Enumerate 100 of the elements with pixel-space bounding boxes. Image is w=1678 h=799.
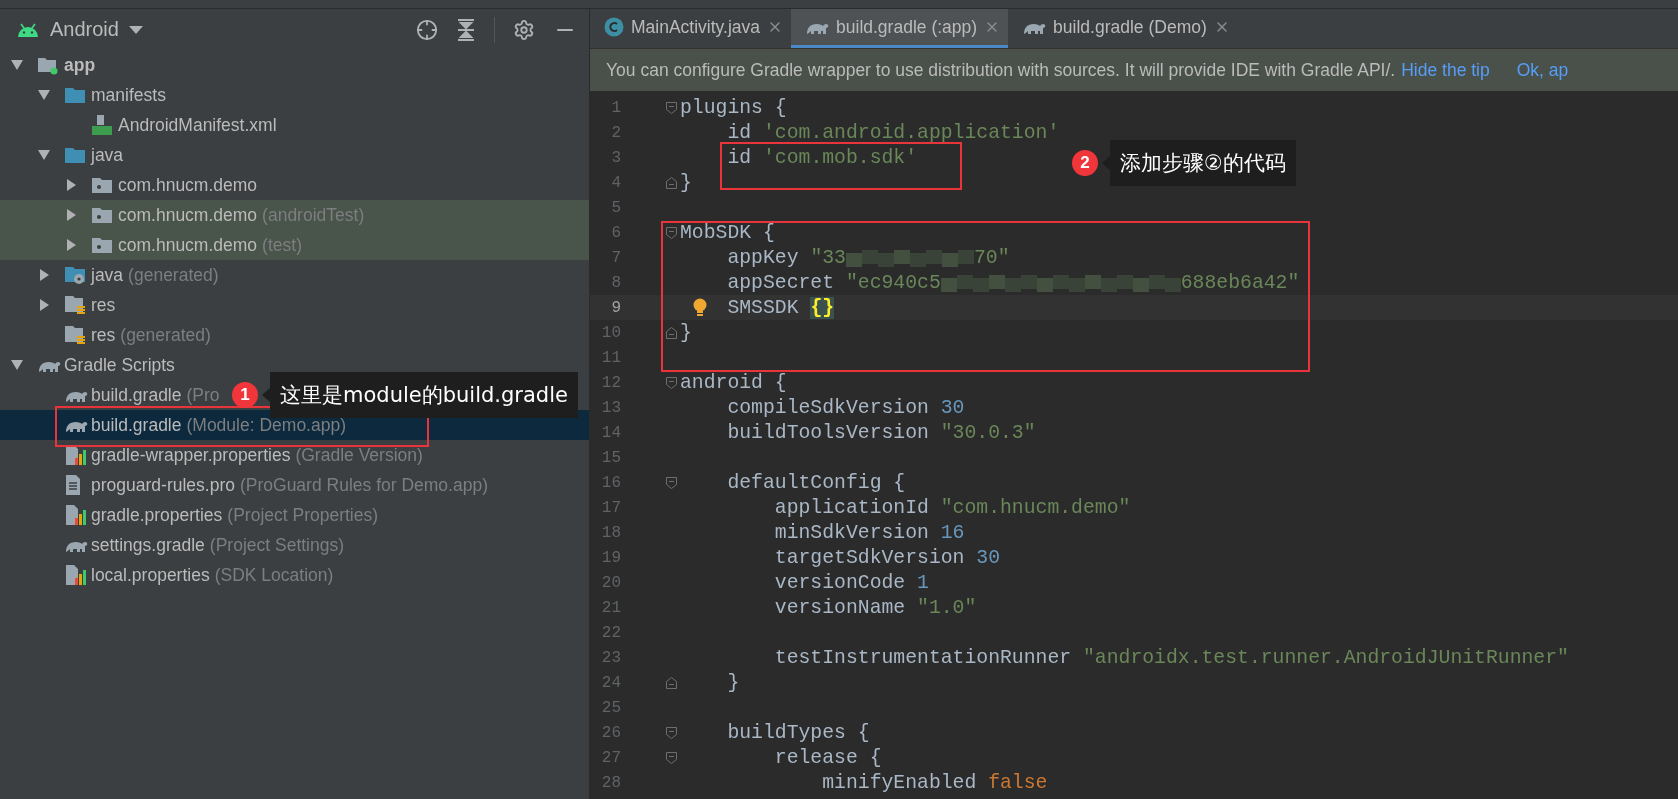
code-text: targetSdkVersion 30: [773, 546, 1001, 569]
editor-tab[interactable]: build.gradle (Demo): [1008, 9, 1238, 48]
code-text: android {: [680, 371, 787, 394]
view-name: Android: [50, 18, 119, 41]
code-text: applicationId "com.hnucm.demo": [773, 496, 1131, 519]
item-label: res: [91, 294, 116, 316]
code-text: defaultConfig {: [726, 471, 906, 494]
collapsed-arrow-icon[interactable]: [37, 298, 51, 312]
item-label: com.hnucm.demo: [118, 234, 258, 256]
tree-row[interactable]: settings.gradle (Project Settings): [0, 530, 589, 560]
line-number: 12: [600, 373, 621, 392]
line-number: 28: [600, 773, 621, 792]
collapse-all-icon[interactable]: [456, 18, 476, 41]
fold-marker-icon[interactable]: [666, 326, 677, 339]
properties-file-icon: [64, 504, 86, 526]
item-label: res: [91, 324, 116, 346]
code-text: appSecret "ec940c5: [726, 271, 941, 294]
code-text: minSdkVersion 16: [773, 521, 965, 544]
lightbulb-icon[interactable]: [692, 298, 708, 318]
resource-folder-icon: [64, 324, 86, 346]
settings-icon[interactable]: [513, 18, 535, 41]
expanded-arrow-icon[interactable]: [10, 58, 24, 72]
line-number: 10: [600, 323, 621, 342]
item-label: proguard-rules.pro: [91, 474, 235, 496]
view-selector[interactable]: Android: [16, 18, 143, 41]
callout-pointer-icon: [262, 388, 270, 402]
code-text: buildTypes {: [726, 721, 870, 744]
code-text: 70": [973, 246, 1010, 269]
tree-row[interactable]: gradle-wrapper.properties (Gradle Version): [0, 440, 589, 470]
line-number: 7: [610, 248, 621, 267]
code-text: compileSdkVersion 30: [726, 396, 965, 419]
item-label: build.gradle: [91, 384, 182, 406]
expanded-arrow-icon[interactable]: [37, 88, 51, 102]
fold-marker-icon[interactable]: [666, 476, 677, 489]
code-text: appKey "33: [726, 246, 846, 269]
tree-row[interactable]: proguard-rules.pro (ProGuard Rules for Demo.app): [0, 470, 589, 500]
collapsed-arrow-icon[interactable]: [64, 178, 78, 192]
tree-row[interactable]: gradle.properties (Project Properties): [0, 500, 589, 530]
package-folder-icon: [91, 206, 113, 224]
line-number: 14: [600, 423, 621, 442]
tip-link[interactable]: Ok, ap: [1516, 59, 1569, 81]
tree-row[interactable]: app: [0, 50, 589, 80]
locate-icon[interactable]: [416, 18, 438, 41]
tip-link[interactable]: Hide the tip: [1401, 59, 1490, 81]
line-number: 20: [600, 573, 621, 592]
collapsed-arrow-icon[interactable]: [64, 208, 78, 222]
editor-tab[interactable]: MainActivity.java: [590, 9, 792, 48]
tree-row[interactable]: AndroidManifest.xml: [0, 110, 589, 140]
item-detail: (ProGuard Rules for Demo.app): [239, 474, 488, 496]
item-label: app: [64, 54, 96, 76]
tree-row[interactable]: java: [0, 140, 589, 170]
collapsed-arrow-icon[interactable]: [64, 238, 78, 252]
properties-file-icon: [64, 564, 86, 586]
item-label: local.properties: [91, 564, 210, 586]
dropdown-caret-icon: [128, 25, 143, 34]
line-number: 6: [610, 223, 621, 242]
code-text: SMSSDK {}: [726, 296, 835, 319]
item-detail: (Pro: [186, 384, 220, 406]
item-label: com.hnucm.demo: [118, 174, 258, 196]
fold-marker-icon[interactable]: [666, 226, 677, 239]
text-file-icon: [64, 474, 82, 496]
line-number: 17: [600, 498, 621, 517]
item-label: manifests: [91, 84, 166, 106]
tree-row[interactable]: com.hnucm.demo: [0, 170, 589, 200]
line-number: 19: [600, 548, 621, 567]
expanded-arrow-icon[interactable]: [10, 358, 24, 372]
code-text: testInstrumentationRunner "androidx.test.runner.AndroidJUnitRunner": [773, 646, 1569, 669]
code-text: }: [680, 171, 692, 194]
line-number: 8: [610, 273, 621, 292]
line-number: 3: [610, 148, 621, 167]
line-number: 2: [610, 123, 621, 142]
properties-file-icon: [64, 444, 86, 466]
folder-icon: [64, 86, 86, 104]
line-number: 25: [600, 698, 621, 717]
code-text: plugins {: [680, 96, 787, 119]
tree-row[interactable]: res (generated): [0, 320, 589, 350]
code-text: }: [680, 321, 692, 344]
tree-row[interactable]: manifests: [0, 80, 589, 110]
tree-row[interactable]: java (generated): [0, 260, 589, 290]
annotation-tooltip: 添加步骤②的代码: [1110, 140, 1296, 186]
editor-tab[interactable]: build.gradle (:app): [791, 9, 1009, 48]
collapsed-arrow-icon[interactable]: [37, 268, 51, 282]
code-text: versionName "1.0": [773, 596, 977, 619]
item-label: java: [91, 264, 124, 286]
fold-marker-icon[interactable]: [666, 376, 677, 389]
expanded-arrow-icon[interactable]: [37, 148, 51, 162]
item-detail: (Project Properties): [227, 504, 379, 526]
tree-row[interactable]: local.properties (SDK Location): [0, 560, 589, 590]
fold-marker-icon[interactable]: [666, 101, 677, 114]
fold-marker-icon[interactable]: [666, 676, 677, 689]
item-label: java: [91, 144, 124, 166]
tree-row[interactable]: res: [0, 290, 589, 320]
fold-marker-icon[interactable]: [666, 751, 677, 764]
item-detail: (Gradle Version): [295, 444, 423, 466]
item-detail: (SDK Location): [214, 564, 334, 586]
fold-marker-icon[interactable]: [666, 176, 677, 189]
fold-marker-icon[interactable]: [666, 726, 677, 739]
module-folder-icon: [37, 55, 59, 75]
item-label: gradle.properties: [91, 504, 223, 526]
resource-folder-icon: [64, 294, 86, 316]
